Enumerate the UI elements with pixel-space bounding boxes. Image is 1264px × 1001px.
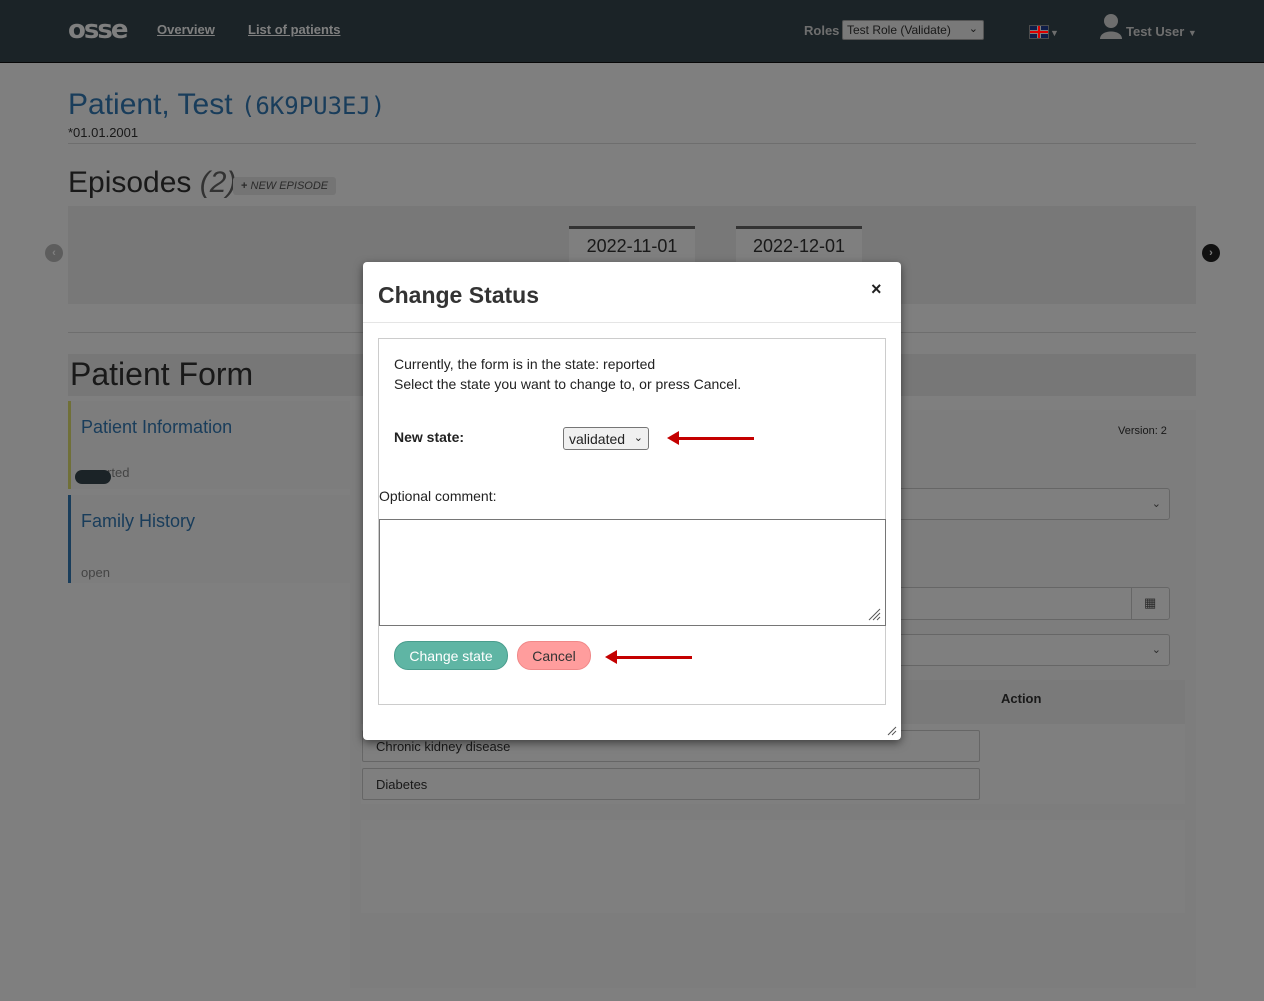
close-icon[interactable]: × bbox=[871, 279, 882, 300]
comment-label: Optional comment: bbox=[379, 488, 497, 504]
annotation-arrow-icon bbox=[605, 650, 692, 664]
annotation-arrow-icon bbox=[667, 431, 754, 445]
new-state-value: validated bbox=[569, 431, 626, 447]
divider bbox=[363, 322, 901, 323]
chevron-down-icon: ⌄ bbox=[633, 432, 643, 444]
resize-grip-icon[interactable] bbox=[867, 607, 881, 621]
new-state-label: New state: bbox=[394, 429, 465, 445]
dialog-title: Change Status bbox=[378, 282, 540, 308]
current-state-message: Currently, the form is in the state: rep… bbox=[394, 356, 656, 372]
comment-textarea[interactable] bbox=[379, 519, 886, 626]
dialog-resize-grip-icon[interactable] bbox=[887, 726, 897, 736]
change-status-dialog: Change Status × Currently, the form is i… bbox=[363, 262, 901, 740]
instruction-message: Select the state you want to change to, … bbox=[394, 376, 742, 392]
change-state-button[interactable]: Change state bbox=[394, 641, 508, 670]
cancel-button[interactable]: Cancel bbox=[517, 641, 591, 670]
new-state-select[interactable]: validated ⌄ bbox=[563, 427, 649, 450]
